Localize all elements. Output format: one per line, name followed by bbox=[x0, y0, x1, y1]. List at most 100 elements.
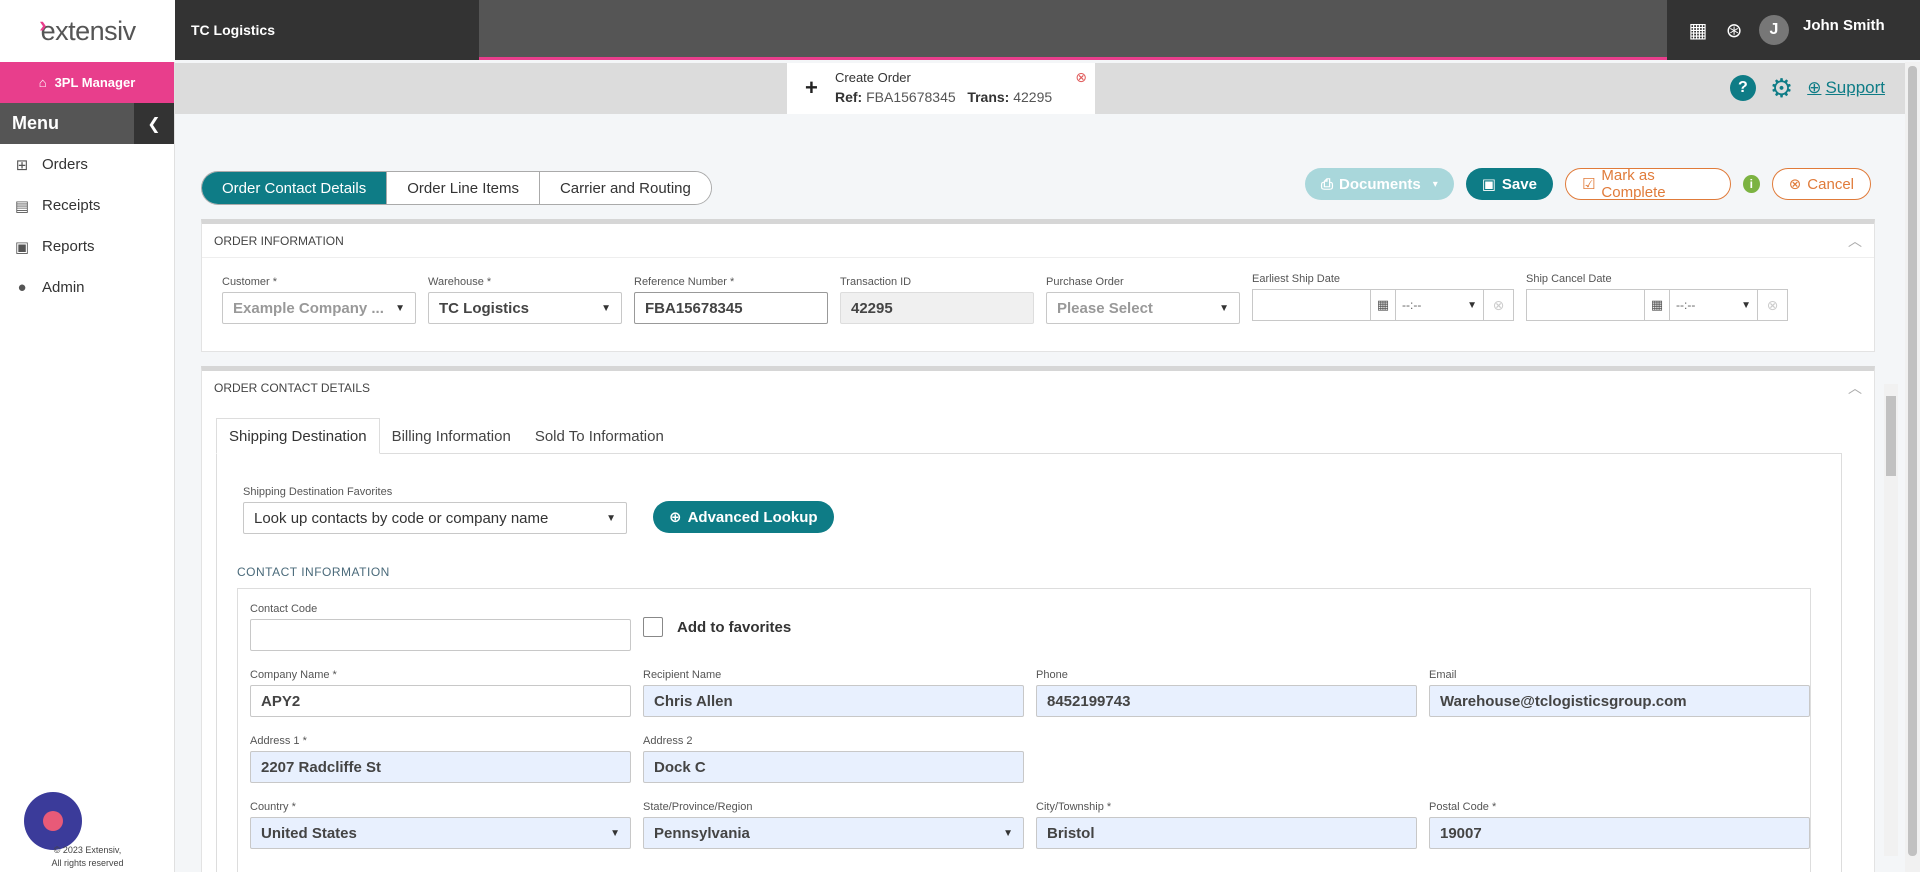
extensiv-logo[interactable]: › extensiv bbox=[0, 0, 175, 62]
earliest-ship-date-input[interactable] bbox=[1252, 289, 1370, 321]
cancel-button[interactable]: ⊗ Cancel bbox=[1771, 168, 1871, 200]
transaction-id-input: 42295 bbox=[840, 292, 1034, 324]
info-icon[interactable]: i bbox=[1742, 175, 1760, 193]
contact-code-input[interactable] bbox=[250, 619, 631, 651]
scrollbar-thumb[interactable] bbox=[1908, 66, 1917, 856]
avatar[interactable]: J bbox=[1759, 15, 1789, 45]
chevron-up-icon[interactable]: ︿ bbox=[1848, 231, 1862, 251]
sidebar-item-reports[interactable]: ▣ Reports bbox=[0, 226, 174, 267]
chevron-up-icon[interactable]: ︿ bbox=[1848, 378, 1862, 398]
order-actions: ⎙ Documents ▾ ▣ Save ☑ Mark as Complete … bbox=[1305, 167, 1905, 201]
input-value: Chris Allen bbox=[654, 692, 733, 710]
calendar-icon[interactable]: ▦ bbox=[1644, 289, 1670, 321]
favorites-field-group: Shipping Destination Favorites Look up c… bbox=[243, 486, 627, 534]
address1-input[interactable]: 2207 Radcliffe St bbox=[250, 751, 631, 783]
panel-scrollbar[interactable] bbox=[1884, 384, 1898, 856]
contact-row-3: Address 1 * 2207 Radcliffe St Address 2 … bbox=[250, 735, 1024, 783]
tab-billing-information[interactable]: Billing Information bbox=[380, 418, 523, 454]
scrollbar-thumb[interactable] bbox=[1886, 396, 1896, 476]
sidebar-item-orders[interactable]: ⊞ Orders bbox=[0, 144, 174, 185]
clear-icon[interactable]: ⊗ bbox=[1758, 289, 1788, 321]
documents-button[interactable]: ⎙ Documents ▾ bbox=[1305, 168, 1454, 200]
field-label: Country * bbox=[250, 801, 296, 813]
postal-group: Postal Code * 19007 bbox=[1429, 801, 1810, 849]
support-link[interactable]: ⊕ Support bbox=[1807, 78, 1885, 98]
sidebar-item-admin[interactable]: ● Admin bbox=[0, 267, 174, 308]
postal-code-input[interactable]: 19007 bbox=[1429, 817, 1810, 849]
user-name[interactable]: John Smith bbox=[1803, 17, 1885, 34]
create-order-tab[interactable]: + ⊗ Create Order Ref: FBA15678345 Trans:… bbox=[787, 63, 1095, 114]
warehouse-select[interactable]: TC Logistics ▼ bbox=[428, 292, 622, 324]
tab-carrier-and-routing[interactable]: Carrier and Routing bbox=[539, 172, 711, 204]
check-square-icon: ☑ bbox=[1581, 176, 1596, 193]
question-icon[interactable]: ? bbox=[1729, 75, 1756, 101]
globe-icon: ⊕ bbox=[1807, 78, 1822, 97]
order-contact-details-panel: ORDER CONTACT DETAILS ︿ Shipping Destina… bbox=[201, 366, 1875, 872]
email-group: Email Warehouse@tclogisticsgroup.com bbox=[1429, 669, 1810, 717]
sidebar: ⌂ 3PL Manager Menu ❮ ⊞ Orders ▤ Receipts… bbox=[0, 62, 175, 872]
caret-down-icon: ▾ bbox=[1432, 178, 1438, 190]
earliest-ship-time-select[interactable]: --:-- ▼ bbox=[1396, 289, 1484, 321]
copyright-line: All rights reserved bbox=[51, 858, 124, 868]
panel-title: ORDER CONTACT DETAILS bbox=[214, 381, 371, 395]
purchase-order-select[interactable]: Please Select ▼ bbox=[1046, 292, 1240, 324]
tab-shipping-destination[interactable]: Shipping Destination bbox=[216, 418, 380, 454]
org-name: TC Logistics bbox=[175, 0, 479, 60]
add-favorites-checkbox[interactable] bbox=[643, 617, 663, 637]
field-label: Shipping Destination Favorites bbox=[243, 486, 393, 498]
address2-input[interactable]: Dock C bbox=[643, 751, 1024, 783]
clear-icon[interactable]: ⊗ bbox=[1484, 289, 1514, 321]
sitemap-icon: ⊞ bbox=[15, 156, 29, 174]
favorites-lookup-select[interactable]: Look up contacts by code or company name… bbox=[243, 502, 627, 534]
field-label: Ship Cancel Date bbox=[1526, 273, 1612, 285]
sidebar-item-receipts[interactable]: ▤ Receipts bbox=[0, 185, 174, 226]
reference-number-input[interactable]: FBA15678345 bbox=[634, 292, 828, 324]
field-label: Address 2 bbox=[643, 735, 693, 747]
select-value: Example Company ... bbox=[233, 299, 384, 317]
save-button[interactable]: ▣ Save bbox=[1465, 168, 1553, 200]
state-select[interactable]: Pennsylvania ▼ bbox=[643, 817, 1024, 849]
chat-widget-button[interactable] bbox=[24, 792, 82, 850]
caret-down-icon: ▼ bbox=[606, 512, 616, 524]
city-input[interactable]: Bristol bbox=[1036, 817, 1417, 849]
panel-header[interactable]: ORDER INFORMATION ︿ bbox=[202, 224, 1874, 258]
gear-icon[interactable]: ⚙ bbox=[1770, 75, 1793, 101]
apps-grid-icon[interactable]: ▦ bbox=[1687, 19, 1709, 42]
contact-info-title: CONTACT INFORMATION bbox=[237, 565, 390, 579]
ship-cancel-field-group: Ship Cancel Date ▦ --:-- ▼ ⊗ bbox=[1526, 273, 1788, 324]
help-ring-icon[interactable]: ⊛ bbox=[1723, 19, 1745, 42]
country-select[interactable]: United States ▼ bbox=[250, 817, 631, 849]
panel-header[interactable]: ORDER CONTACT DETAILS ︿ bbox=[202, 371, 1874, 405]
input-value: Dock C bbox=[654, 758, 706, 776]
3pl-manager-button[interactable]: ⌂ 3PL Manager bbox=[0, 62, 174, 103]
plus-circle-icon: ⊕ bbox=[669, 509, 682, 526]
contact-information-box: Contact Code Add to favorites Company Na… bbox=[237, 588, 1811, 872]
tab-order-line-items[interactable]: Order Line Items bbox=[387, 172, 540, 204]
email-input[interactable]: Warehouse@tclogisticsgroup.com bbox=[1429, 685, 1810, 717]
calendar-icon[interactable]: ▦ bbox=[1370, 289, 1396, 321]
recipient-name-input[interactable]: Chris Allen bbox=[643, 685, 1024, 717]
mark-complete-button[interactable]: ☑ Mark as Complete bbox=[1564, 167, 1731, 201]
phone-group: Phone 8452199743 bbox=[1036, 669, 1417, 717]
close-tab-icon[interactable]: ⊗ bbox=[1075, 69, 1087, 86]
customer-select[interactable]: Example Company ... ▼ bbox=[222, 292, 416, 324]
phone-input[interactable]: 8452199743 bbox=[1036, 685, 1417, 717]
ref-label: Ref: bbox=[835, 89, 863, 105]
field-label: Earliest Ship Date bbox=[1252, 273, 1341, 285]
support-area: ? ⚙ ⊕ Support bbox=[1729, 75, 1885, 101]
page-scrollbar[interactable] bbox=[1905, 62, 1920, 872]
order-wizard-tabs: Order Contact Details Order Line Items C… bbox=[201, 171, 712, 205]
main-content: Order Contact Details Order Line Items C… bbox=[175, 114, 1905, 872]
input-value: 42295 bbox=[851, 299, 893, 317]
trans-label: Trans: bbox=[967, 89, 1010, 105]
report-icon: ▣ bbox=[14, 238, 30, 256]
printer-icon: ⎙ bbox=[1321, 175, 1334, 193]
tab-sold-to-information[interactable]: Sold To Information bbox=[523, 418, 676, 454]
ship-cancel-date-input[interactable] bbox=[1526, 289, 1644, 321]
company-name-input[interactable]: APY2 bbox=[250, 685, 631, 717]
chevron-left-icon[interactable]: ❮ bbox=[134, 103, 174, 144]
contact-row-1: Contact Code Add to favorites bbox=[250, 603, 791, 651]
advanced-lookup-button[interactable]: ⊕ Advanced Lookup bbox=[653, 501, 834, 533]
tab-order-contact-details[interactable]: Order Contact Details bbox=[202, 172, 388, 204]
ship-cancel-time-select[interactable]: --:-- ▼ bbox=[1670, 289, 1758, 321]
